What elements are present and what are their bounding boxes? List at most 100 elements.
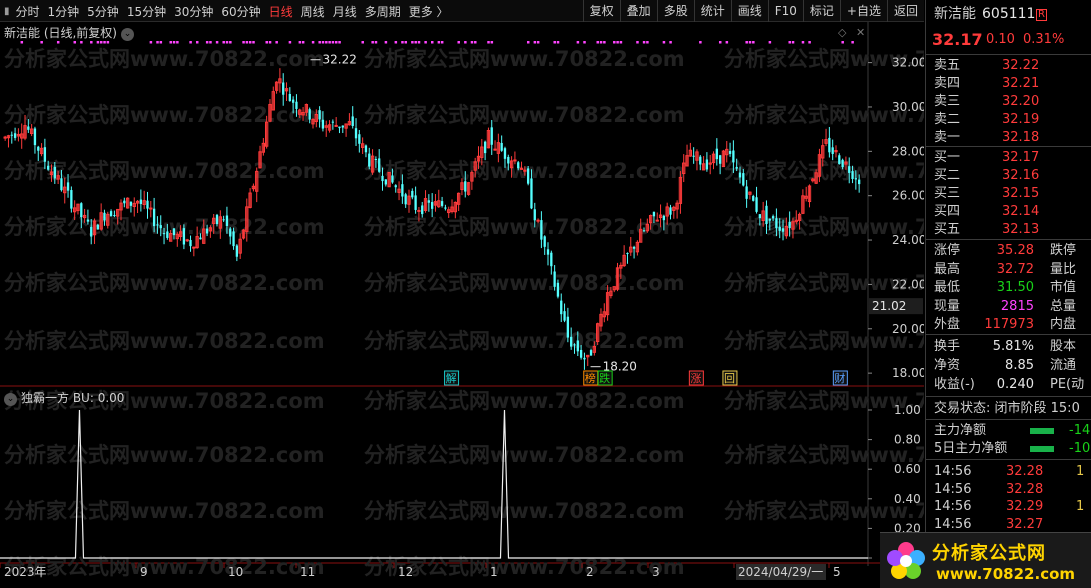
tool-button-0[interactable]: 复权 xyxy=(582,0,620,22)
tool-button-6[interactable]: 标记 xyxy=(802,0,840,22)
flow-value: -10 xyxy=(1069,441,1091,456)
candle-body xyxy=(652,211,656,217)
quote-row: 卖一 32.18 xyxy=(926,129,1091,147)
period-tab-9[interactable]: 多周期 xyxy=(365,3,401,20)
candle-body xyxy=(579,349,583,358)
candle-body xyxy=(848,166,851,173)
candle-body xyxy=(229,228,232,237)
chevron-down-icon[interactable]: ⌄ xyxy=(4,393,17,406)
tool-button-2[interactable]: 多股 xyxy=(656,0,694,22)
tool-button-3[interactable]: 统计 xyxy=(693,0,731,22)
candle-body xyxy=(431,202,434,209)
quote-row: 14:56 32.29 1 xyxy=(926,498,1091,516)
candle-body xyxy=(381,175,384,182)
flow-label: 主力净额 xyxy=(934,423,987,438)
time-axis-label: 12 xyxy=(398,565,413,579)
candle-body xyxy=(113,215,116,217)
panel-toggle-icon[interactable]: ▮ xyxy=(4,6,10,17)
candle-body xyxy=(182,228,186,245)
tool-button-7[interactable]: +自选 xyxy=(839,0,887,22)
signal-dot xyxy=(431,41,434,44)
period-tab-5[interactable]: 60分钟 xyxy=(221,3,260,20)
candle-body xyxy=(288,93,291,102)
candle-body xyxy=(404,194,407,205)
quote-row: 买五 32.13 xyxy=(926,221,1091,239)
candle-body xyxy=(573,344,576,346)
kline-chart[interactable]: 分析家公式网www.70822.com 分析家公式网www.70822.com 分析… xyxy=(0,22,924,588)
period-tab-3[interactable]: 15分钟 xyxy=(127,3,166,20)
close-icon[interactable]: ✕ xyxy=(856,26,865,39)
tick-volume: 1 xyxy=(1076,499,1085,514)
candle-body xyxy=(364,145,368,153)
candle-body xyxy=(526,168,530,184)
diamond-icon[interactable]: ◇ xyxy=(838,26,846,39)
period-tab-4[interactable]: 30分钟 xyxy=(174,3,213,20)
current-price-label: 21.02 xyxy=(872,299,906,313)
signal-dot xyxy=(526,41,530,44)
indicator-axis-label: 0.80 xyxy=(894,433,921,447)
ask-label: 卖二 xyxy=(934,112,961,127)
watermark-text: 分析家公式网www.70822.com xyxy=(4,499,325,523)
last-price: 32.17 xyxy=(932,30,983,49)
chevron-down-icon[interactable]: ⌄ xyxy=(121,28,134,41)
stat-label: 最高 xyxy=(934,261,961,277)
signal-dot xyxy=(298,41,302,44)
period-tab-0[interactable]: 分时 xyxy=(16,3,40,20)
signal-dot xyxy=(56,41,60,44)
stat-label-2: 跌停 xyxy=(1050,243,1077,258)
candle-body xyxy=(765,205,768,225)
period-tab-2[interactable]: 5分钟 xyxy=(87,3,119,20)
candle-body xyxy=(854,178,858,180)
candle-body xyxy=(718,155,722,164)
signal-dot xyxy=(209,41,212,44)
quote-row: 涨停 35.28 跌停 xyxy=(926,242,1091,260)
candle-body xyxy=(576,340,579,352)
candle-body xyxy=(490,127,493,145)
signal-dot xyxy=(646,41,649,44)
signal-dot xyxy=(318,41,321,44)
candle-body xyxy=(123,200,126,204)
price-axis-label: 28.00 xyxy=(892,144,924,158)
signal-dot xyxy=(556,41,560,44)
period-tab-7[interactable]: 周线 xyxy=(301,3,325,20)
tool-button-5[interactable]: F10 xyxy=(767,0,803,22)
signal-dot xyxy=(725,41,729,44)
candle-body xyxy=(775,218,778,229)
candle-body xyxy=(553,271,556,287)
tick-time: 14:56 xyxy=(934,464,972,479)
watermark-text: 分析家公式网www.70822.com xyxy=(364,443,685,467)
quote-row: 买一 32.17 xyxy=(926,149,1091,167)
period-tab-1[interactable]: 1分钟 xyxy=(48,3,80,20)
stat-label-2: 股本 xyxy=(1050,339,1077,354)
period-tab-10[interactable]: 更多 〉 xyxy=(409,3,449,20)
signal-dot xyxy=(576,41,580,44)
candle-body xyxy=(37,146,40,151)
candle-body xyxy=(70,190,73,209)
candle-body xyxy=(626,253,629,255)
candle-body xyxy=(735,166,738,169)
tool-button-8[interactable]: 返回 xyxy=(886,0,924,22)
candle-body xyxy=(662,215,666,221)
candle-body xyxy=(543,236,546,247)
quote-row: 主力净额 -14 xyxy=(926,422,1091,440)
price-change: 0.10 xyxy=(986,32,1015,47)
stat-label-2: 流通 xyxy=(1050,358,1077,373)
candle-body xyxy=(583,357,586,360)
tool-button-4[interactable]: 画线 xyxy=(730,0,768,22)
signal-dot xyxy=(248,41,252,44)
quote-row: 14:56 32.28 xyxy=(926,481,1091,499)
candle-body xyxy=(550,252,553,267)
signal-dot xyxy=(603,41,606,44)
candle-body xyxy=(411,190,414,198)
candle-body xyxy=(838,155,841,165)
signal-dot xyxy=(371,41,374,44)
candle-body xyxy=(338,126,341,129)
tool-button-1[interactable]: 叠加 xyxy=(619,0,657,22)
signal-dot xyxy=(275,41,278,44)
tick-time: 14:56 xyxy=(934,499,972,514)
period-tab-6[interactable]: 日线 xyxy=(269,3,293,20)
period-tab-8[interactable]: 月线 xyxy=(333,3,357,20)
signal-dot xyxy=(328,41,331,44)
signal-dot xyxy=(156,41,159,44)
candle-body xyxy=(159,225,162,229)
